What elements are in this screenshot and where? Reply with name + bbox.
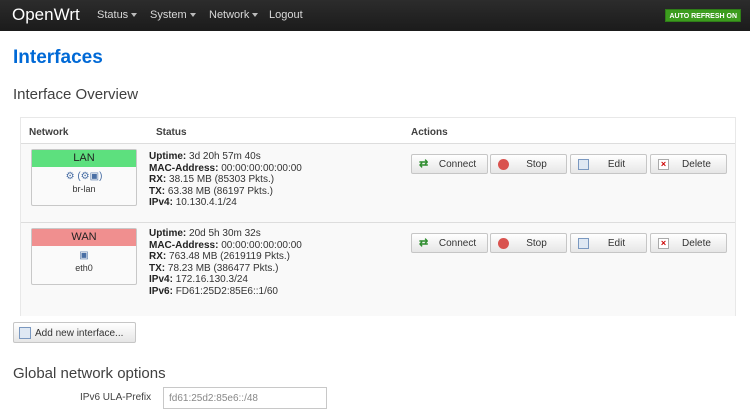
nav-network[interactable]: Network (209, 9, 259, 21)
ula-prefix-input[interactable] (163, 387, 327, 409)
rx-label: RX: (149, 174, 167, 185)
device-name: eth0 (75, 263, 93, 273)
network-name: WAN (32, 229, 136, 246)
ipv4-value: 172.16.130.3/24 (175, 274, 248, 285)
ipv6-label: IPv6: (149, 285, 173, 297)
mac-value: 00:00:00:00:00:00 (221, 162, 302, 174)
tx-label: TX: (149, 262, 166, 274)
ipv4-value: 10.130.4.1/24 (175, 197, 237, 208)
stop-button[interactable]: Stop (490, 233, 567, 253)
interface-table: Network Status Actions LAN ⚙ (⚙▣) br-lan… (20, 117, 736, 316)
rx-value: 763.48 MB (2619119 Pkts.) (169, 251, 291, 262)
edit-label: Edit (607, 159, 626, 170)
add-interface-button[interactable]: Add new interface... (13, 322, 136, 343)
stop-label: Stop (526, 159, 547, 170)
ula-prefix-label: IPv6 ULA-Prefix (80, 392, 152, 403)
tx-label: TX: (149, 185, 166, 197)
ipv4-label: IPv4: (149, 274, 173, 285)
uptime-label: Uptime: (149, 151, 187, 162)
mac-label: MAC-Address: (149, 239, 219, 251)
global-options-title: Global network options (13, 365, 166, 382)
interface-status: Uptime: 20d 5h 30m 32s MAC-Address: 00:0… (149, 228, 302, 297)
brand-logo[interactable]: OpenWrt (12, 5, 80, 25)
add-icon (19, 327, 31, 339)
mac-label: MAC-Address: (149, 162, 219, 174)
uptime-label: Uptime: (149, 228, 187, 239)
connect-button[interactable]: ⇄ Connect (411, 233, 488, 253)
connect-label: Connect (438, 238, 477, 249)
nav-logout[interactable]: Logout (269, 9, 303, 21)
nav-system-label: System (150, 9, 187, 21)
overview-title: Interface Overview (13, 86, 139, 103)
stop-label: Stop (526, 238, 547, 249)
auto-refresh-badge[interactable]: AUTO REFRESH ON (665, 9, 741, 22)
chevron-down-icon (189, 13, 196, 18)
chevron-down-icon (252, 13, 259, 18)
delete-label: Delete (682, 238, 711, 249)
delete-button[interactable]: × Delete (650, 233, 727, 253)
stop-button[interactable]: Stop (490, 154, 567, 174)
chevron-down-icon (131, 13, 138, 18)
bridge-icon: ⚙ (⚙▣) (65, 171, 103, 182)
device-name: br-lan (72, 184, 96, 194)
edit-button[interactable]: Edit (570, 233, 647, 253)
tx-value: 63.38 MB (86197 Pkts.) (167, 185, 273, 197)
nav-status-label: Status (97, 9, 129, 21)
edit-button[interactable]: Edit (570, 154, 647, 174)
connect-button[interactable]: ⇄ Connect (411, 154, 488, 174)
rx-value: 38.15 MB (85303 Pkts.) (169, 174, 275, 185)
edit-label: Edit (607, 238, 626, 249)
table-row: LAN ⚙ (⚙▣) br-lan Uptime: 3d 20h 57m 40s… (21, 143, 735, 222)
rx-label: RX: (149, 251, 167, 262)
ethernet-icon: ▣ (79, 250, 89, 261)
ipv4-label: IPv4: (149, 197, 173, 208)
network-badge-wan[interactable]: WAN ▣ eth0 (31, 228, 137, 285)
interface-status: Uptime: 3d 20h 57m 40s MAC-Address: 00:0… (149, 151, 302, 209)
table-row: WAN ▣ eth0 Uptime: 20d 5h 30m 32s MAC-Ad… (21, 222, 735, 316)
tx-value: 78.23 MB (386477 Pkts.) (167, 262, 279, 274)
add-interface-label: Add new interface... (35, 328, 124, 339)
delete-button[interactable]: × Delete (650, 154, 727, 174)
mac-value: 00:00:00:00:00:00 (221, 239, 302, 251)
connect-label: Connect (438, 159, 477, 170)
network-name: LAN (32, 150, 136, 167)
ipv6-value: FD61:25D2:85E6::1/60 (175, 285, 278, 297)
network-badge-lan[interactable]: LAN ⚙ (⚙▣) br-lan (31, 149, 137, 206)
top-navbar: OpenWrt Status System Network Logout AUT… (0, 0, 750, 31)
nav-status[interactable]: Status (97, 9, 138, 21)
nav-system[interactable]: System (150, 9, 196, 21)
uptime-value: 3d 20h 57m 40s (189, 151, 261, 162)
page-title: Interfaces (13, 47, 103, 68)
header-status: Status (156, 127, 187, 138)
header-actions: Actions (411, 127, 448, 138)
nav-network-label: Network (209, 9, 250, 21)
header-network: Network (29, 127, 69, 138)
uptime-value: 20d 5h 30m 32s (189, 228, 261, 239)
delete-label: Delete (682, 159, 711, 170)
